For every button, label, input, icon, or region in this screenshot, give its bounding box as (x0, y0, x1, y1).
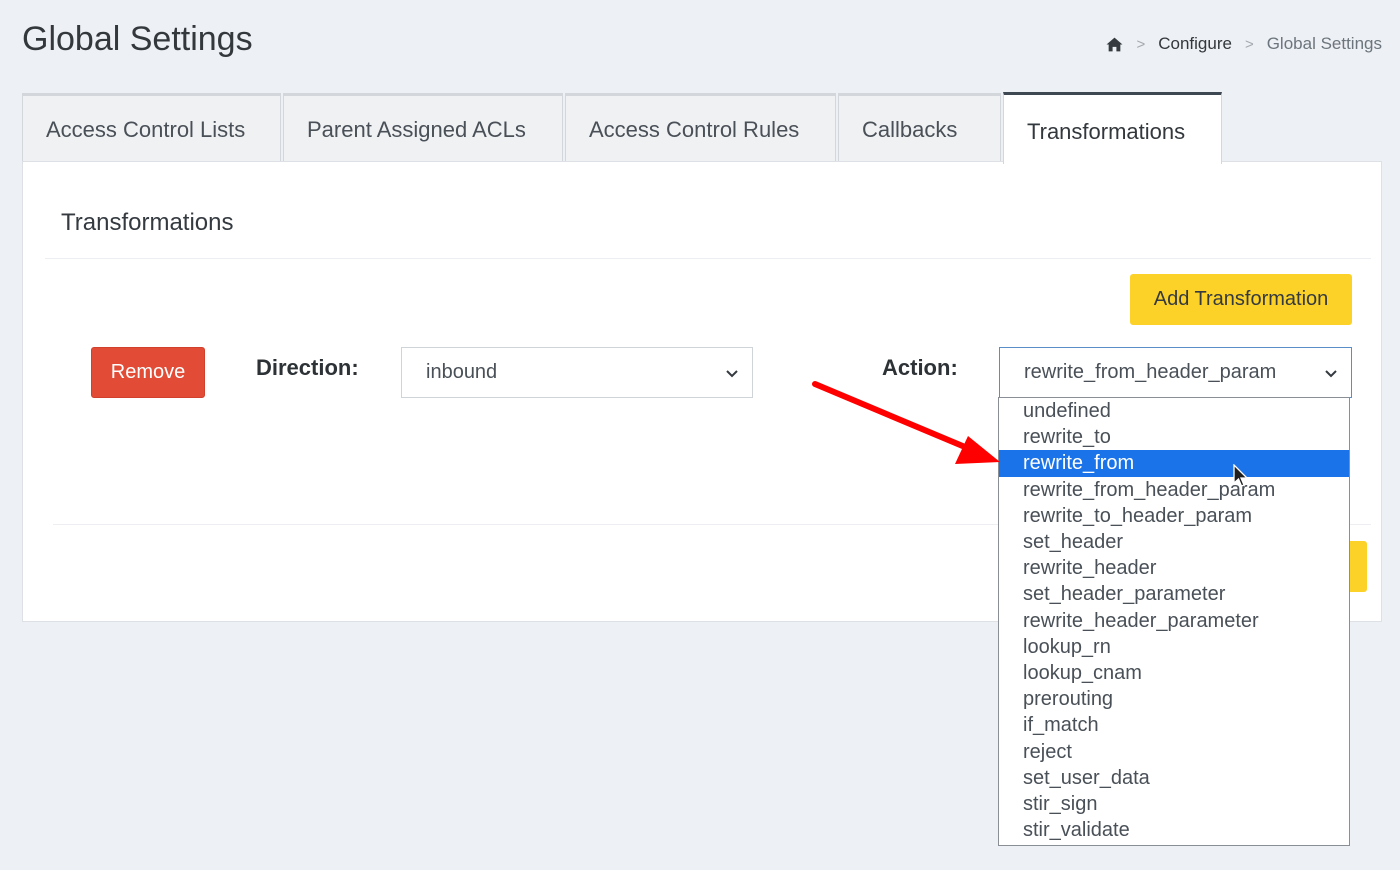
home-icon[interactable] (1106, 36, 1123, 53)
breadcrumb-separator: > (1136, 35, 1146, 53)
breadcrumb: > Configure > Global Settings (1106, 34, 1382, 54)
action-option-set-header-parameter[interactable]: set_header_parameter (999, 581, 1349, 607)
direction-label: Direction: (256, 355, 359, 380)
action-option-stir-validate[interactable]: stir_validate (999, 817, 1349, 843)
action-option-rewrite-header[interactable]: rewrite_header (999, 555, 1349, 581)
page-title: Global Settings (22, 20, 253, 58)
chevron-down-icon (726, 370, 738, 378)
action-option-prerouting[interactable]: prerouting (999, 686, 1349, 712)
action-option-rewrite-from-header-param[interactable]: rewrite_from_header_param (999, 477, 1349, 503)
breadcrumb-separator: > (1244, 35, 1254, 53)
tab-access-control-lists[interactable]: Access Control Lists (22, 93, 281, 163)
action-dropdown-list: undefined rewrite_to rewrite_from rewrit… (998, 397, 1350, 846)
action-option-rewrite-header-parameter[interactable]: rewrite_header_parameter (999, 608, 1349, 634)
breadcrumb-configure[interactable]: Configure (1158, 34, 1232, 54)
chevron-down-icon (1325, 370, 1337, 378)
action-option-stir-sign[interactable]: stir_sign (999, 791, 1349, 817)
action-option-set-header[interactable]: set_header (999, 529, 1349, 555)
direction-value: inbound (426, 361, 498, 383)
action-option-lookup-cnam[interactable]: lookup_cnam (999, 660, 1349, 686)
tab-parent-assigned-acls[interactable]: Parent Assigned ACLs (283, 93, 563, 163)
action-option-reject[interactable]: reject (999, 738, 1349, 764)
action-option-lookup-rn[interactable]: lookup_rn (999, 634, 1349, 660)
action-option-rewrite-to-header-param[interactable]: rewrite_to_header_param (999, 503, 1349, 529)
action-option-rewrite-to[interactable]: rewrite_to (999, 424, 1349, 450)
tab-bar: Access Control Lists Parent Assigned ACL… (22, 92, 1224, 164)
tab-transformations[interactable]: Transformations (1003, 92, 1222, 164)
mouse-cursor-icon (1233, 464, 1249, 487)
tab-callbacks[interactable]: Callbacks (838, 93, 1001, 163)
direction-select[interactable]: inbound (401, 347, 753, 398)
add-transformation-button[interactable]: Add Transformation (1130, 274, 1352, 325)
tab-access-control-rules[interactable]: Access Control Rules (565, 93, 836, 163)
remove-button[interactable]: Remove (91, 347, 205, 398)
action-value: rewrite_from_header_param (1024, 361, 1277, 383)
action-option-rewrite-from[interactable]: rewrite_from (999, 450, 1349, 477)
action-option-set-user-data[interactable]: set_user_data (999, 765, 1349, 791)
action-option-if-match[interactable]: if_match (999, 712, 1349, 738)
divider (45, 258, 1371, 259)
breadcrumb-global-settings: Global Settings (1266, 34, 1382, 53)
section-title: Transformations (61, 209, 234, 236)
action-select[interactable]: rewrite_from_header_param (999, 347, 1352, 398)
action-label: Action: (882, 355, 958, 380)
action-option-undefined[interactable]: undefined (999, 398, 1349, 424)
